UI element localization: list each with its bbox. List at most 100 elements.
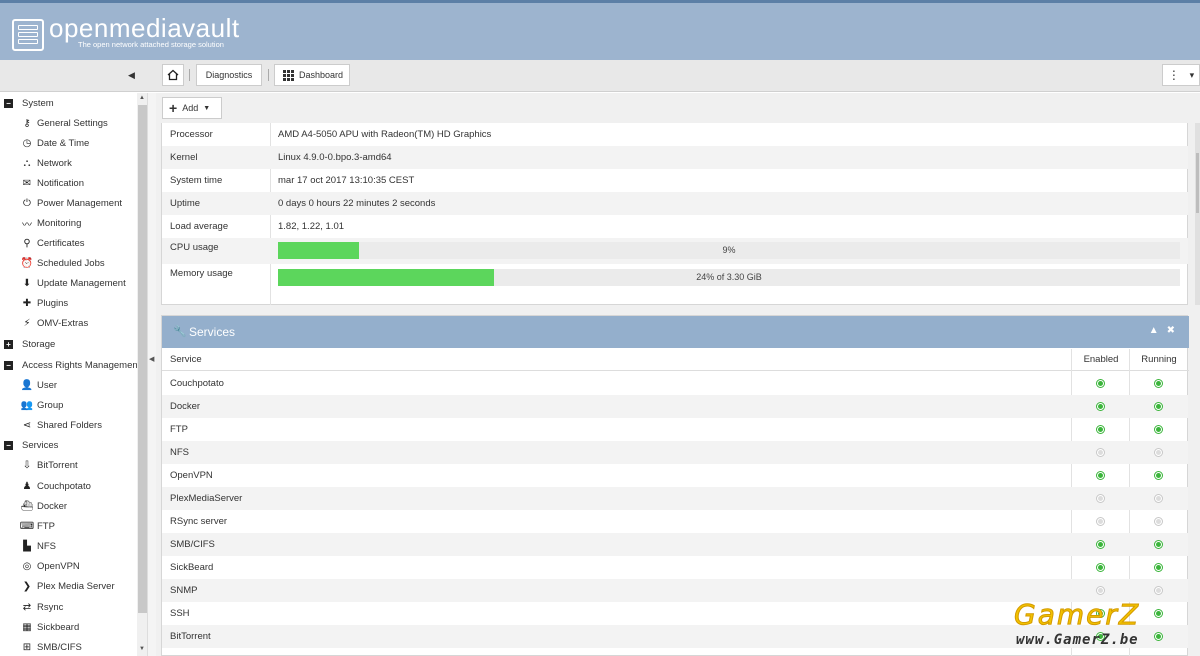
sickbeard-icon: ▦ xyxy=(22,621,32,633)
service-name: SNMP xyxy=(170,585,198,596)
info-row-cpu-usage: CPU usage 9% xyxy=(162,238,1188,264)
service-name: BitTorrent xyxy=(170,631,211,642)
breadcrumb-diagnostics[interactable]: Diagnostics xyxy=(196,64,262,86)
sidebar-item-power-management[interactable]: ⏻ Power Management xyxy=(21,193,122,213)
running-status-icon xyxy=(1154,379,1163,388)
more-menu-button[interactable]: ⋮ ▾ xyxy=(1162,64,1200,86)
table-row[interactable]: SickBeard xyxy=(162,556,1188,579)
more-vertical-icon: ⋮ xyxy=(1167,68,1180,82)
sidebar-item-rsync[interactable]: ⇄ Rsync xyxy=(21,597,64,617)
watermark-logo: GamerZ xyxy=(1013,598,1141,632)
collapse-sidebar-icon[interactable]: ◀ xyxy=(128,70,135,81)
close-icon[interactable]: ✖ xyxy=(1167,325,1175,336)
disabled-status-icon xyxy=(1096,494,1105,503)
table-row[interactable]: OpenVPN xyxy=(162,464,1188,487)
services-panel-header: 🔧 Services ▲ ✖ xyxy=(162,316,1189,348)
collapse-icon[interactable]: − xyxy=(4,98,13,108)
table-row[interactable]: RSync server xyxy=(162,510,1188,533)
sidebar-item-network[interactable]: ⛬ Network xyxy=(21,153,72,173)
sidebar-item-scheduled-jobs[interactable]: ⏰ Scheduled Jobs xyxy=(21,253,105,273)
table-row[interactable]: FTP xyxy=(162,418,1188,441)
collapse-icon[interactable]: − xyxy=(4,440,13,450)
sidebar-item-shared-folders[interactable]: ⋖ Shared Folders xyxy=(21,415,102,435)
sidebar-scrollbar[interactable]: ▲ ▼ xyxy=(137,93,147,656)
share-icon: ⋖ xyxy=(22,419,32,431)
enabled-status-icon xyxy=(1096,540,1105,549)
sidebar-item-openvpn[interactable]: ◎ OpenVPN xyxy=(21,556,80,576)
alarm-icon: ⏰ xyxy=(20,257,34,269)
sidebar-item-nfs[interactable]: ▙ NFS xyxy=(21,536,56,556)
sidebar-item-user[interactable]: 👤 User xyxy=(21,375,57,395)
service-name: PlexMediaServer xyxy=(170,493,243,504)
sidebar-item-monitoring[interactable]: 〰 Monitoring xyxy=(21,213,81,233)
add-widget-button[interactable]: + Add ▼ xyxy=(162,97,222,119)
sidebar-item-update-management[interactable]: ⬇ Update Management xyxy=(21,273,126,293)
sidebar-item-ftp[interactable]: ⌨ FTP xyxy=(19,516,55,536)
sidebar-item-bittorrent[interactable]: ⇩ BitTorrent xyxy=(21,455,78,475)
envelope-icon: ✉ xyxy=(22,177,32,189)
download-icon: ⬇ xyxy=(22,277,32,289)
group-icon: 👥 xyxy=(20,399,34,411)
plex-icon: ❯ xyxy=(22,580,32,592)
couchpotato-icon: ♟ xyxy=(22,480,32,492)
sidebar-item-notification[interactable]: ✉ Notification xyxy=(21,173,84,193)
sidebar-splitter[interactable] xyxy=(148,93,156,656)
toolbar: ◀ Diagnostics Dashboard ⋮ ▾ xyxy=(0,60,1200,92)
table-row[interactable]: NFS xyxy=(162,441,1188,464)
column-header-enabled[interactable]: Enabled xyxy=(1072,354,1130,365)
expand-icon[interactable]: + xyxy=(4,339,13,349)
service-name: Couchpotato xyxy=(170,378,224,389)
stopped-status-icon xyxy=(1154,586,1163,595)
collapse-splitter-icon[interactable]: ◀ xyxy=(149,355,154,363)
running-status-icon xyxy=(1154,471,1163,480)
table-row[interactable]: Couchpotato xyxy=(162,372,1188,395)
sidebar-item-plex-media-server[interactable]: ❯ Plex Media Server xyxy=(21,576,115,596)
collapse-panel-icon[interactable]: ▲ xyxy=(1149,325,1159,336)
main-content: + Add ▼ Processor AMD A4-5050 APU with R… xyxy=(156,93,1200,656)
breadcrumb-dashboard[interactable]: Dashboard xyxy=(274,64,350,86)
info-row-processor: Processor AMD A4-5050 APU with Radeon(TM… xyxy=(170,129,492,140)
wrench-icon: 🔧 xyxy=(173,326,187,338)
service-name: SMB/CIFS xyxy=(170,539,215,550)
memory-usage-bar: 24% of 3.30 GiB xyxy=(278,269,1180,286)
service-name: RSync server xyxy=(170,516,228,527)
sidebar-item-plugins[interactable]: ✚ Plugins xyxy=(21,293,68,313)
sidebar-group-services[interactable]: − Services xyxy=(4,435,58,455)
table-row[interactable]: Docker xyxy=(162,395,1188,418)
ftp-icon: ⌨ xyxy=(19,520,35,532)
running-status-icon xyxy=(1154,402,1163,411)
table-row[interactable]: PlexMediaServer xyxy=(162,487,1188,510)
info-row-load-average: Load average 1.82, 1.22, 1.01 xyxy=(170,221,345,232)
scroll-down-icon[interactable]: ▼ xyxy=(139,646,145,652)
sidebar-group-access-rights[interactable]: − Access Rights Managemen xyxy=(4,355,138,375)
sidebar-item-smb-cifs[interactable]: ⊞ SMB/CIFS xyxy=(21,637,82,656)
puzzle-icon: ✚ xyxy=(22,297,32,309)
sidebar-item-couchpotato[interactable]: ♟ Couchpotato xyxy=(21,476,91,496)
content-scroll-thumb[interactable] xyxy=(1196,153,1199,213)
sidebar-item-docker[interactable]: ⛴ Docker xyxy=(21,496,67,516)
content-scrollbar[interactable] xyxy=(1195,123,1200,305)
service-name: SSH xyxy=(170,608,190,619)
sidebar-item-group[interactable]: 👥 Group xyxy=(20,395,64,415)
sidebar-item-sickbeard[interactable]: ▦ Sickbeard xyxy=(21,617,79,637)
info-row-uptime: Uptime 0 days 0 hours 22 minutes 2 secon… xyxy=(162,192,1188,215)
scroll-up-icon[interactable]: ▲ xyxy=(139,95,145,101)
column-header-service[interactable]: Service xyxy=(170,354,202,365)
key-icon: ⚷ xyxy=(23,117,31,129)
column-header-running[interactable]: Running xyxy=(1130,354,1188,365)
certificate-icon: ⚲ xyxy=(23,237,31,249)
sidebar-item-date-time[interactable]: ◷ Date & Time xyxy=(21,133,90,153)
clock-icon: ◷ xyxy=(22,137,32,149)
sidebar-group-system[interactable]: − System xyxy=(4,93,54,113)
sidebar-scroll-thumb[interactable] xyxy=(138,105,147,613)
sidebar-item-omv-extras[interactable]: ⚡ OMV-Extras xyxy=(21,313,88,333)
app-title: openmediavault xyxy=(49,13,240,43)
sidebar-item-general-settings[interactable]: ⚷ General Settings xyxy=(21,113,107,133)
system-information-panel: Processor AMD A4-5050 APU with Radeon(TM… xyxy=(161,123,1188,305)
home-button[interactable] xyxy=(162,64,184,86)
sidebar-group-storage[interactable]: + Storage xyxy=(4,334,55,354)
app-tagline: The open network attached storage soluti… xyxy=(78,40,224,49)
table-row[interactable]: SMB/CIFS xyxy=(162,533,1188,556)
sidebar-item-certificates[interactable]: ⚲ Certificates xyxy=(21,233,84,253)
collapse-icon[interactable]: − xyxy=(4,360,13,370)
